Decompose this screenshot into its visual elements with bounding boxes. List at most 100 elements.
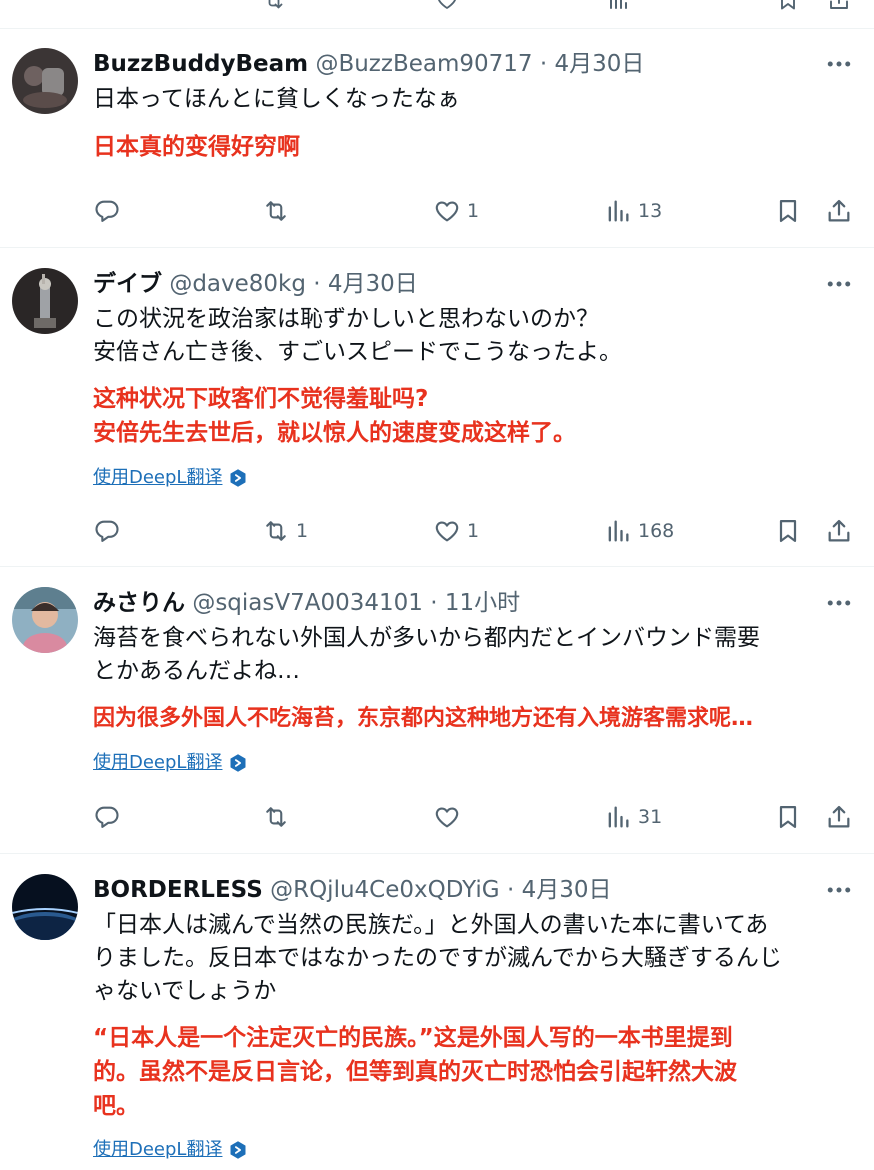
like-icon[interactable]: [435, 0, 459, 12]
separator-dot: ·: [506, 877, 515, 903]
tweet[interactable]: BuzzBuddyBeam @BuzzBeam90717 · 4月30日 日本っ…: [0, 28, 874, 248]
user-handle[interactable]: @sqiasV7A0034101: [192, 590, 423, 616]
display-name[interactable]: BuzzBuddyBeam: [93, 51, 308, 77]
display-name[interactable]: デイブ: [93, 271, 162, 297]
views-icon: [604, 803, 632, 831]
deepl-translate-link[interactable]: 使用DeepL翻译: [93, 466, 248, 490]
timestamp[interactable]: 4月30日: [554, 51, 644, 77]
avatar[interactable]: [12, 587, 78, 653]
timestamp[interactable]: 4月30日: [328, 271, 418, 297]
retweet-count: 1: [296, 520, 309, 542]
like-button[interactable]: [433, 799, 467, 835]
retweet-icon: [262, 517, 290, 545]
tweet-header: BuzzBuddyBeam @BuzzBeam90717 · 4月30日: [93, 48, 644, 80]
avatar[interactable]: [12, 268, 78, 334]
views-icon: [604, 197, 632, 225]
timestamp[interactable]: 4月30日: [522, 877, 612, 903]
retweet-button[interactable]: [262, 193, 296, 229]
bookmark-icon: [774, 517, 802, 545]
tweet-header: デイブ @dave80kg · 4月30日: [93, 268, 418, 300]
more-options-icon[interactable]: [824, 875, 854, 905]
like-icon: [433, 517, 461, 545]
views-count: 31: [638, 806, 663, 828]
tweet-header: みさりん @sqiasV7A0034101 · 11小时: [93, 587, 520, 619]
bookmark-button[interactable]: [774, 799, 802, 835]
action-bar: 1 1 168: [0, 513, 874, 549]
bookmark-icon: [774, 197, 802, 225]
separator-dot: ·: [313, 271, 321, 297]
separator-dot: ·: [539, 51, 548, 77]
views-button[interactable]: 13: [604, 193, 662, 229]
action-bar: 31: [0, 799, 874, 835]
deepl-icon: [228, 1140, 248, 1160]
tweet-text: 海苔を食べられない外国人が多いから都内だとインバウンド需要 とかあるんだよね…: [93, 625, 760, 684]
action-bar: 1 13: [0, 193, 874, 229]
retweet-icon[interactable]: [262, 0, 286, 12]
reply-button[interactable]: [93, 193, 127, 229]
like-count: 1: [467, 520, 480, 542]
views-button[interactable]: 31: [604, 799, 662, 835]
like-button[interactable]: 1: [433, 513, 479, 549]
tweet-text: 「日本人は滅んで当然の民族だ。」と外国人の書いた本に書いてあ りました。反日本で…: [93, 912, 782, 1004]
timestamp[interactable]: 11小时: [445, 590, 520, 616]
more-options-icon[interactable]: [824, 269, 854, 299]
more-options-icon[interactable]: [824, 49, 854, 79]
views-count: 168: [638, 520, 675, 542]
more-options-icon[interactable]: [824, 588, 854, 618]
share-button[interactable]: [825, 799, 853, 835]
deepl-translate-link[interactable]: 使用DeepL翻译: [93, 1138, 248, 1162]
like-count: 1: [467, 200, 480, 222]
views-icon: [604, 517, 632, 545]
bookmark-icon: [774, 803, 802, 831]
views-button[interactable]: 168: [604, 513, 674, 549]
display-name[interactable]: BORDERLESS: [93, 877, 263, 903]
like-icon: [433, 803, 461, 831]
bookmark-button[interactable]: [774, 513, 802, 549]
retweet-button[interactable]: 1: [262, 513, 308, 549]
deepl-icon: [228, 753, 248, 773]
reply-icon: [93, 803, 121, 831]
user-handle[interactable]: @dave80kg: [169, 271, 306, 297]
bookmark-button[interactable]: [774, 193, 802, 229]
like-button[interactable]: 1: [433, 193, 479, 229]
retweet-button[interactable]: [262, 799, 296, 835]
avatar[interactable]: [12, 874, 78, 940]
avatar[interactable]: [12, 48, 78, 114]
previous-tweet-action-bar: [0, 0, 874, 29]
tweet[interactable]: BORDERLESS @RQjlu4Ce0xQDYiG · 4月30日 「日本人…: [0, 854, 874, 1170]
reply-icon: [93, 197, 121, 225]
retweet-icon: [262, 803, 290, 831]
deepl-link-label: 使用DeepL翻译: [93, 1139, 223, 1160]
translation-text: 日本真的变得好穷啊: [93, 134, 300, 160]
reply-button[interactable]: [93, 513, 127, 549]
user-handle[interactable]: @RQjlu4Ce0xQDYiG: [270, 877, 500, 903]
deepl-link-label: 使用DeepL翻译: [93, 752, 223, 773]
share-button[interactable]: [825, 513, 853, 549]
tweet-text: 日本ってほんとに貧しくなったなぁ: [93, 86, 460, 112]
share-icon[interactable]: [827, 0, 851, 12]
tweet[interactable]: みさりん @sqiasV7A0034101 · 11小时 海苔を食べられない外国…: [0, 567, 874, 854]
like-icon: [433, 197, 461, 225]
share-icon: [825, 517, 853, 545]
views-count: 13: [638, 200, 663, 222]
retweet-icon: [262, 197, 290, 225]
translation-text: 这种状况下政客们不觉得羞耻吗? 安倍先生去世后，就以惊人的速度变成这样了。: [93, 386, 576, 446]
bookmark-icon[interactable]: [776, 0, 800, 12]
reply-icon: [93, 517, 121, 545]
translation-text: “日本人是一个注定灭亡的民族。”这是外国人写的一本书里提到 的。虽然不是反日言论…: [93, 1025, 737, 1119]
share-icon: [825, 197, 853, 225]
deepl-icon: [228, 468, 248, 488]
tweet-header: BORDERLESS @RQjlu4Ce0xQDYiG · 4月30日: [93, 874, 611, 906]
deepl-link-label: 使用DeepL翻译: [93, 467, 223, 488]
views-icon[interactable]: [606, 0, 630, 12]
translation-text: 因为很多外国人不吃海苔，东京都内这种地方还有入境游客需求呢…: [93, 706, 754, 731]
deepl-translate-link[interactable]: 使用DeepL翻译: [93, 751, 248, 775]
display-name[interactable]: みさりん: [93, 590, 185, 616]
reply-button[interactable]: [93, 799, 127, 835]
user-handle[interactable]: @BuzzBeam90717: [315, 51, 532, 77]
tweet[interactable]: デイブ @dave80kg · 4月30日 この状況を政治家は恥ずかしいと思わな…: [0, 248, 874, 567]
share-button[interactable]: [825, 193, 853, 229]
separator-dot: ·: [430, 590, 438, 616]
share-icon: [825, 803, 853, 831]
tweet-text: この状況を政治家は恥ずかしいと思わないのか？ 安倍さん亡き後、すごいスピードでこ…: [93, 306, 622, 365]
